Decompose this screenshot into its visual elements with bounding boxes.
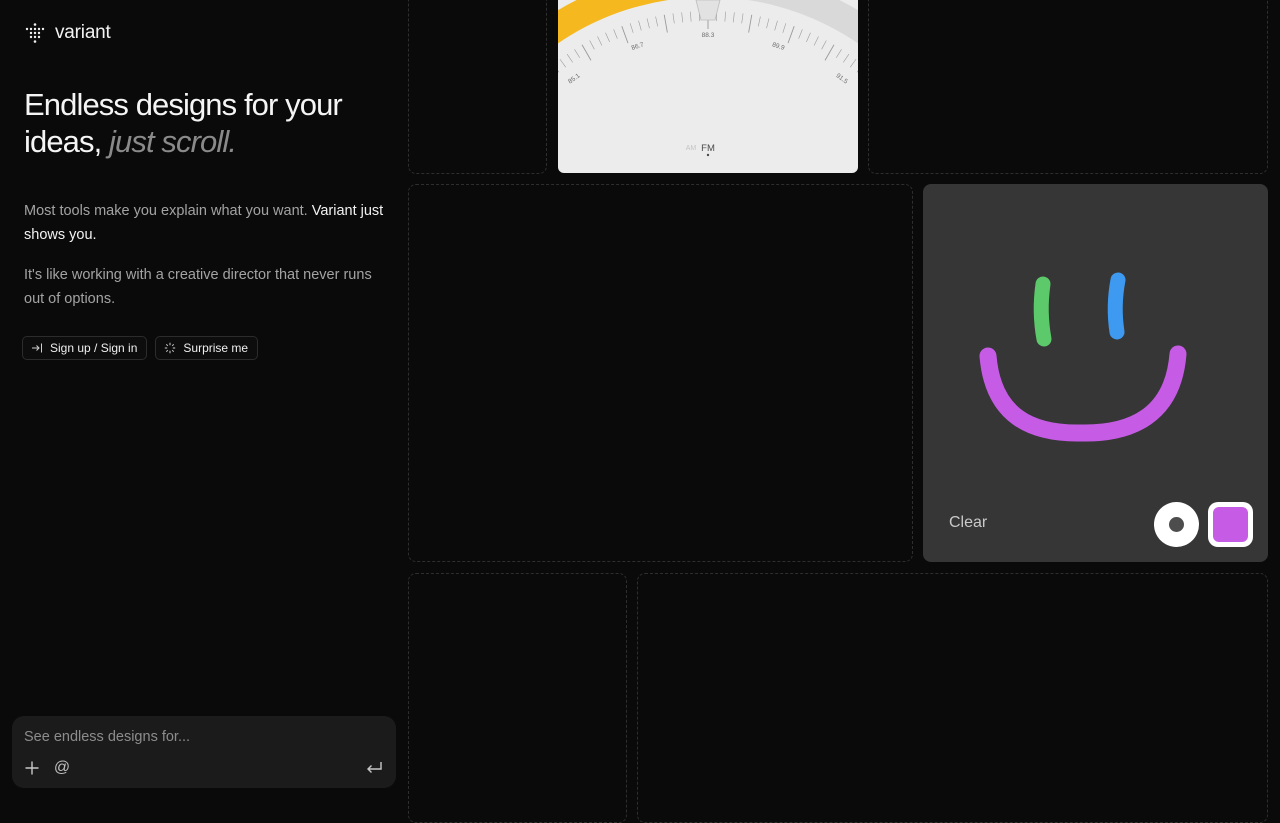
tuning-band-inactive: [708, 0, 858, 132]
frequency-label: 86.7: [631, 41, 646, 52]
plus-icon[interactable]: [22, 758, 42, 778]
radio-dial[interactable]: 83.585.186.788.389.991.593.1 AM FM: [558, 0, 858, 173]
dial-tick: [614, 29, 618, 38]
dial-tick: [758, 17, 760, 27]
dial-tick: [822, 40, 827, 49]
radio-tuner-card[interactable]: 83.585.186.788.389.991.593.1 AM FM: [558, 0, 858, 173]
dial-tick: [606, 33, 610, 42]
dial-tick: [725, 12, 726, 22]
band-fm-label[interactable]: FM: [701, 143, 715, 154]
design-tile-empty[interactable]: [637, 573, 1268, 823]
prompt-box: @: [12, 716, 396, 788]
brush-size-icon[interactable]: [1154, 502, 1199, 547]
dial-tick: [775, 21, 778, 31]
dial-tick: [788, 26, 794, 43]
design-tile-empty[interactable]: [408, 573, 627, 823]
band-indicator: [707, 154, 709, 156]
frequency-label: 89.9: [771, 41, 786, 52]
dial-tick: [783, 23, 786, 33]
dial-tick: [574, 49, 579, 57]
sign-in-label: Sign up / Sign in: [50, 341, 137, 355]
intro-paragraph: Most tools make you explain what you wan…: [24, 199, 386, 247]
dial-tick: [647, 18, 649, 28]
surprise-me-button[interactable]: Surprise me: [155, 336, 258, 360]
sparkle-icon: [164, 342, 176, 354]
drawing-stroke-green: [1041, 284, 1044, 339]
drawing-stroke-purple: [988, 354, 1178, 433]
swatch-fill: [1213, 507, 1248, 542]
action-buttons: Sign up / Sign in Surprise me: [22, 336, 258, 360]
frequency-label: 88.3: [702, 32, 715, 39]
prompt-input[interactable]: [24, 726, 380, 748]
design-tile-empty[interactable]: [408, 0, 547, 174]
dial-tick: [664, 15, 667, 33]
dial-tick: [733, 12, 734, 22]
brush-dot: [1169, 517, 1184, 532]
dial-tick: [598, 37, 602, 46]
brand[interactable]: variant: [24, 22, 111, 44]
sidebar: variant Endless designs for your ideas, …: [0, 0, 408, 800]
intro-muted: Most tools make you explain what you wan…: [24, 203, 308, 219]
dial-tick: [850, 59, 856, 67]
tuning-band-active: [558, 0, 708, 132]
frequency-label: 85.1: [567, 72, 582, 85]
dial-tick: [630, 23, 633, 33]
color-swatch[interactable]: [1208, 502, 1253, 547]
dial-tick: [806, 33, 810, 42]
dial-tick: [682, 12, 683, 22]
dial-tick: [622, 26, 628, 43]
dial-tick: [639, 21, 642, 31]
dial-tick: [690, 12, 691, 22]
dial-tick: [567, 54, 573, 62]
design-tile-empty[interactable]: [868, 0, 1268, 174]
dial-tick: [749, 15, 752, 33]
dial-tick: [843, 54, 849, 62]
surprise-me-label: Surprise me: [183, 341, 248, 355]
dial-tick: [767, 18, 769, 28]
dial-tick: [560, 59, 566, 67]
enter-icon[interactable]: [364, 758, 384, 778]
dial-tick: [673, 13, 674, 23]
sign-in-arrow-icon: [31, 342, 43, 354]
dial-tick: [836, 49, 841, 57]
band-am-label[interactable]: AM: [686, 145, 697, 152]
sign-in-button[interactable]: Sign up / Sign in: [22, 336, 147, 360]
brand-name: variant: [55, 22, 111, 44]
dial-tick: [814, 37, 818, 46]
dial-tick: [656, 17, 658, 27]
dial-tick: [825, 45, 834, 61]
at-icon[interactable]: @: [52, 758, 72, 778]
dial-tick: [799, 29, 803, 38]
clear-button[interactable]: Clear: [949, 514, 987, 532]
dial-tick: [558, 64, 559, 72]
intro-paragraph-2: It's like working with a creative direct…: [24, 263, 386, 311]
dial-tick: [582, 45, 591, 61]
frequency-label: 91.5: [835, 72, 850, 85]
dial-tick: [742, 13, 743, 23]
variant-logo-icon: [24, 22, 46, 44]
page-title: Endless designs for your ideas, just scr…: [24, 86, 394, 160]
dial-tick: [857, 64, 858, 72]
drawing-card[interactable]: Clear: [923, 184, 1268, 562]
design-tile-empty[interactable]: [408, 184, 913, 562]
headline-accent: just scroll.: [109, 124, 236, 159]
drawing-stroke-blue: [1115, 280, 1118, 332]
dial-tick: [590, 40, 595, 49]
